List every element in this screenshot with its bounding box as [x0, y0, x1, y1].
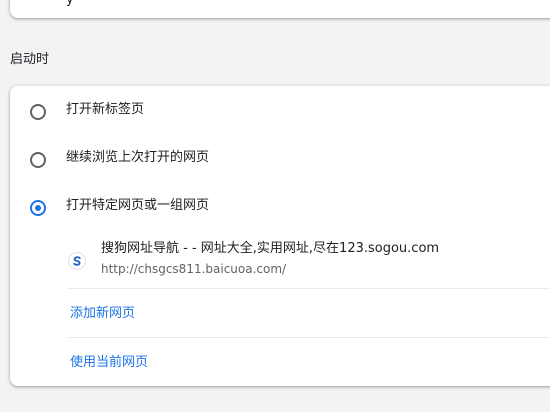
- radio-label-continue-where-left-off: 继续浏览上次打开的网页: [66, 150, 210, 165]
- add-new-page-link[interactable]: 添加新网页: [70, 305, 135, 323]
- startup-page-title: 搜狗网址导航 - - 网址大全,实用网址,尽在123.sogou.com: [101, 241, 440, 256]
- clipped-card-text: ý: [66, 0, 74, 7]
- radio-label-open-new-tab: 打开新标签页: [66, 102, 145, 117]
- startup-page-url: http://chsgcs811.baicuoa.com/: [101, 262, 287, 276]
- radio-option-continue-where-left-off[interactable]: 继续浏览上次打开的网页: [10, 138, 550, 178]
- startup-page-entry[interactable]: 搜狗网址导航 - - 网址大全,实用网址,尽在123.sogou.com htt…: [68, 232, 550, 289]
- use-current-pages-row[interactable]: 使用当前网页: [68, 338, 550, 386]
- radio-button-continue-where-left-off[interactable]: [30, 152, 46, 168]
- radio-button-open-new-tab[interactable]: [30, 104, 46, 120]
- startup-settings-card: 打开新标签页 继续浏览上次打开的网页 打开特定网页或一组网页 搜狗网址导航 - …: [10, 86, 550, 386]
- startup-section-title: 启动时: [10, 52, 50, 67]
- sogou-favicon-icon: [68, 252, 86, 270]
- radio-option-open-specific-pages[interactable]: 打开特定网页或一组网页: [10, 186, 550, 226]
- use-current-pages-link[interactable]: 使用当前网页: [70, 354, 148, 372]
- previous-settings-card: ý: [10, 0, 550, 18]
- radio-option-open-new-tab[interactable]: 打开新标签页: [10, 90, 550, 130]
- radio-button-open-specific-pages[interactable]: [30, 200, 46, 216]
- radio-label-open-specific-pages: 打开特定网页或一组网页: [66, 198, 210, 213]
- add-new-page-row[interactable]: 添加新网页: [68, 289, 550, 337]
